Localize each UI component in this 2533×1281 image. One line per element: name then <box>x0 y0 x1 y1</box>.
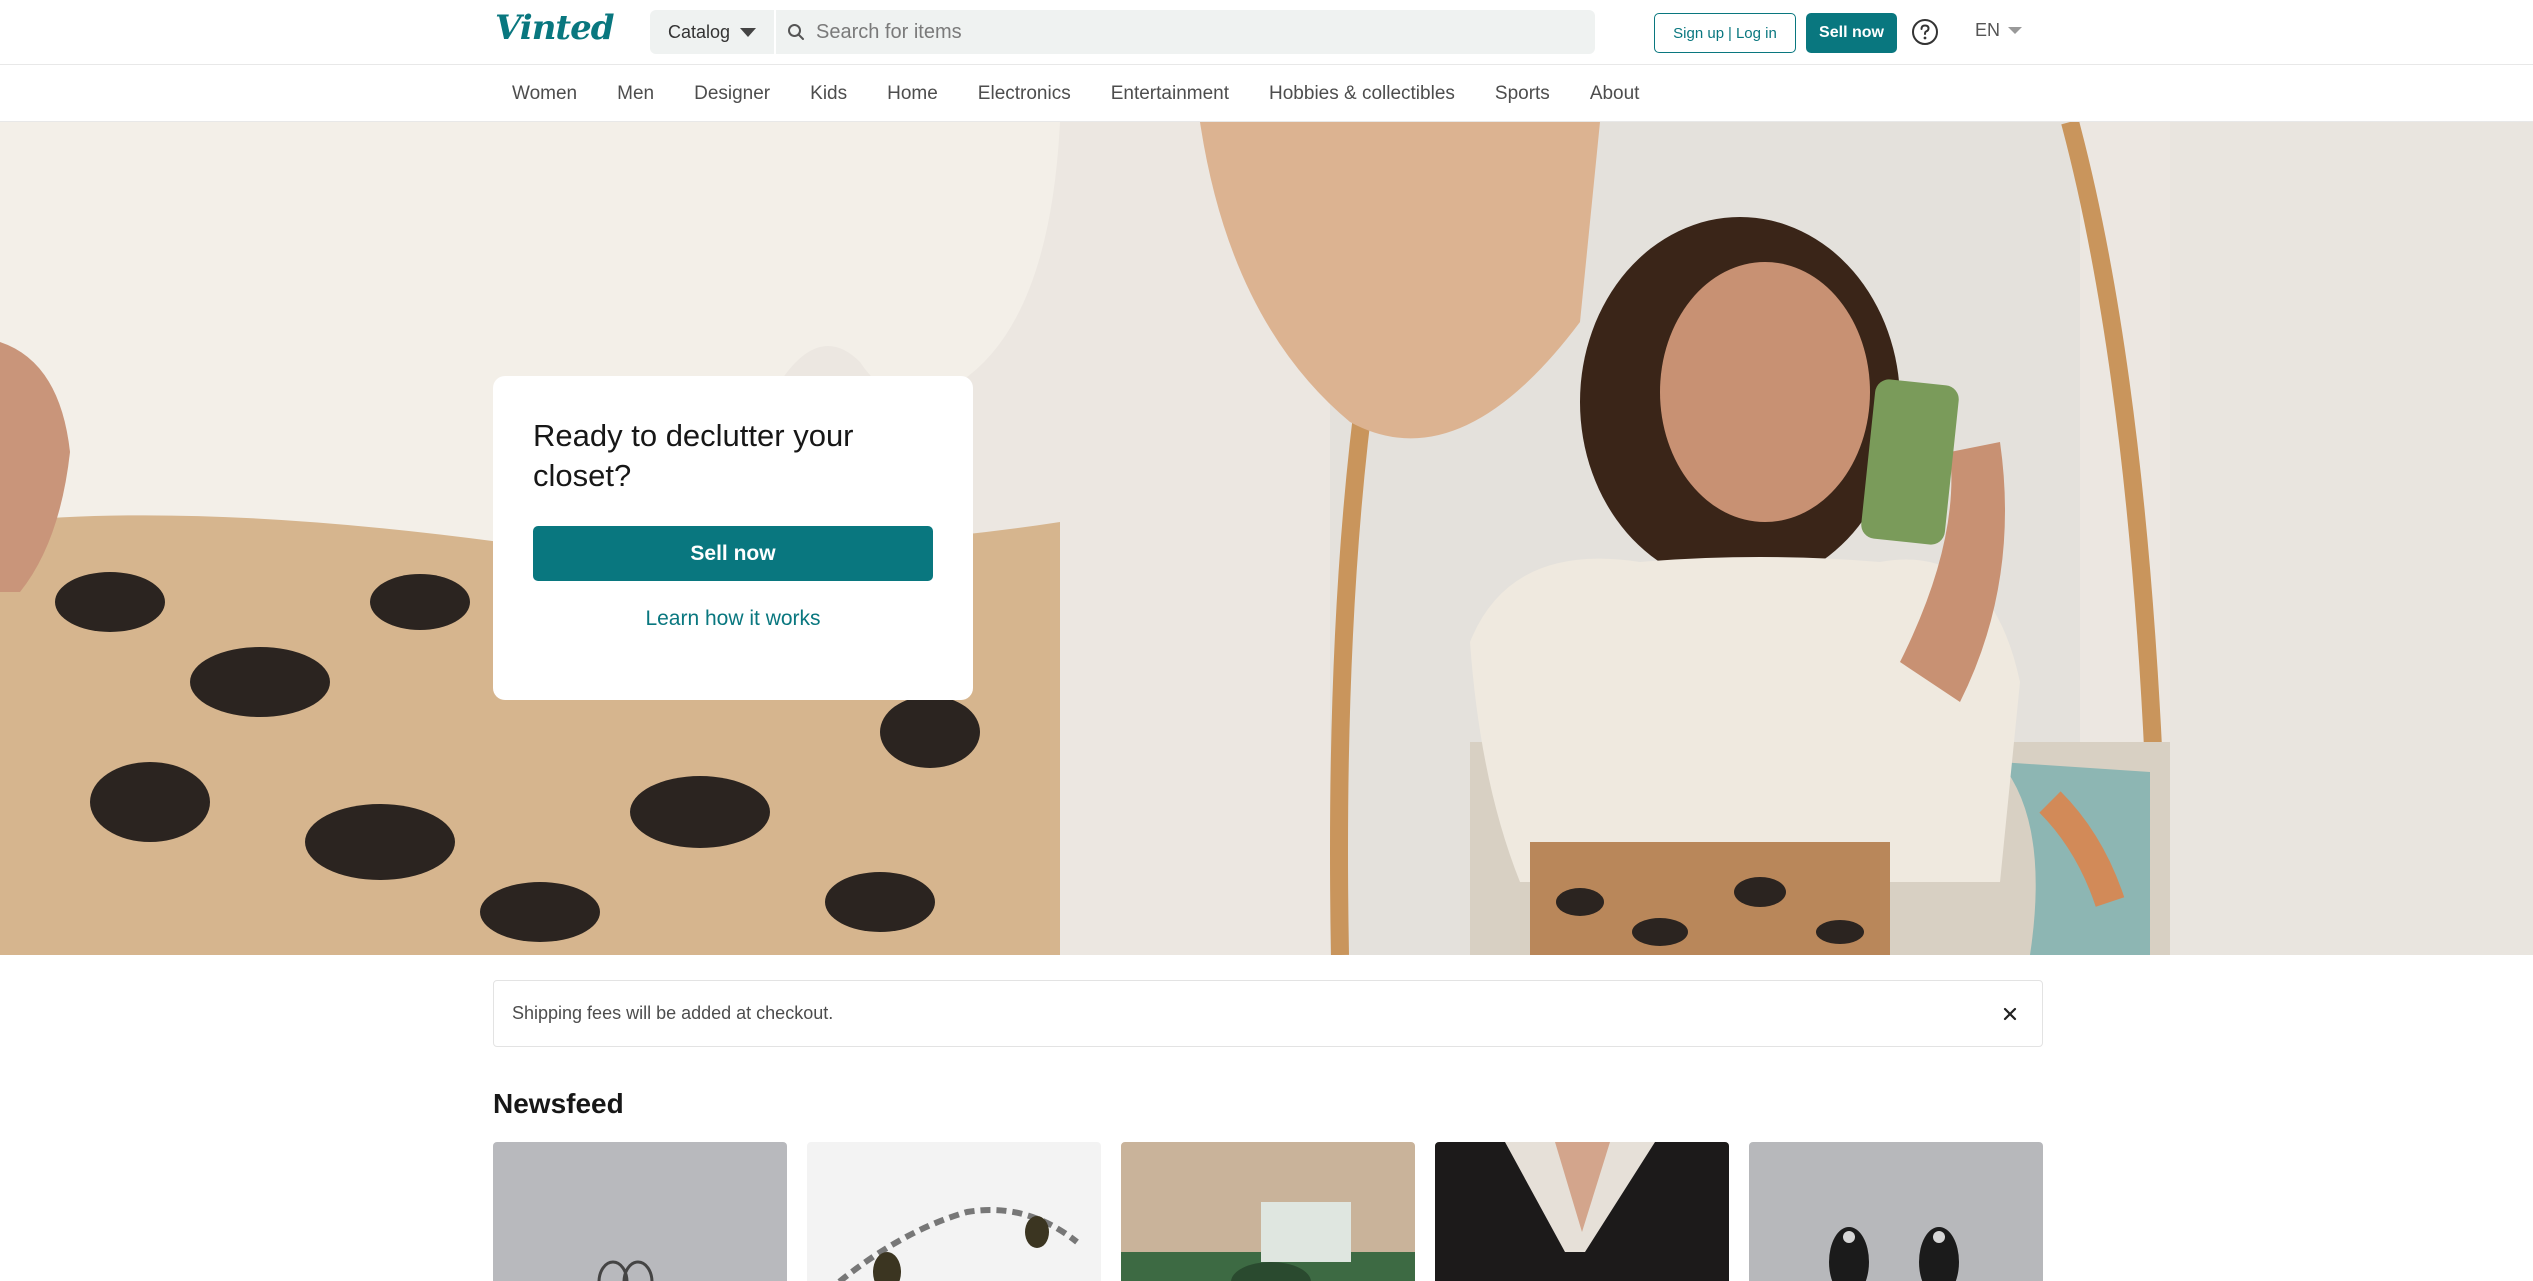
hero-title: Ready to declutter your closet? <box>533 418 854 493</box>
hero-image <box>0 122 2533 955</box>
vinted-logo[interactable]: Vinted <box>495 8 615 48</box>
signup-label: Sign up <box>1673 24 1725 42</box>
search-input[interactable] <box>816 10 1595 54</box>
close-icon[interactable] <box>2000 1004 2020 1024</box>
hero-banner: Ready to declutter your closet? Sell now… <box>0 122 2533 955</box>
item-card[interactable] <box>1121 1142 1415 1281</box>
shipping-notice-text: Shipping fees will be added at checkout. <box>512 1003 834 1023</box>
catalog-dropdown[interactable]: Catalog <box>650 10 776 54</box>
catalog-label: Catalog <box>667 21 731 42</box>
shipping-notice: Shipping fees will be added at checkout. <box>493 980 2043 1047</box>
nav-item-kids[interactable]: Kids <box>790 83 867 105</box>
nav-item-women[interactable]: Women <box>492 83 597 105</box>
chevron-down-icon <box>2008 27 2023 34</box>
chevron-down-icon <box>740 27 757 37</box>
nav-item-sports[interactable]: Sports <box>1475 83 1570 105</box>
hero-sell-now-button[interactable]: Sell now <box>533 526 933 581</box>
nav-item-electronics[interactable]: Electronics <box>958 83 1091 105</box>
category-nav: Women Men Designer Kids Home Electronics… <box>0 66 2533 122</box>
newsfeed-grid <box>493 1142 2045 1281</box>
nav-item-men[interactable]: Men <box>597 83 674 105</box>
separator: | <box>1728 24 1732 42</box>
item-card[interactable] <box>807 1142 1101 1281</box>
item-photo <box>1435 1142 1729 1281</box>
language-label: EN <box>1975 20 2001 40</box>
item-photo <box>493 1142 787 1281</box>
learn-how-it-works-link[interactable]: Learn how it works <box>533 607 933 631</box>
nav-item-entertainment[interactable]: Entertainment <box>1091 83 1249 105</box>
signup-login-button[interactable]: Sign up | Log in <box>1654 13 1796 53</box>
nav-item-home[interactable]: Home <box>867 83 958 105</box>
newsfeed-title: Newsfeed <box>493 1088 624 1119</box>
language-selector[interactable]: EN <box>1975 20 2023 41</box>
item-card[interactable] <box>1749 1142 2043 1281</box>
login-label: Log in <box>1735 24 1777 42</box>
item-card[interactable] <box>1435 1142 1729 1281</box>
hero-card: Ready to declutter your closet? Sell now… <box>493 376 973 700</box>
nav-item-about[interactable]: About <box>1570 83 1660 105</box>
item-photo <box>1121 1142 1415 1281</box>
top-header: Vinted Catalog Sign up | Log in Sell now… <box>0 0 2533 65</box>
item-card[interactable] <box>493 1142 787 1281</box>
nav-item-designer[interactable]: Designer <box>674 83 790 105</box>
nav-item-hobbies[interactable]: Hobbies & collectibles <box>1249 83 1475 105</box>
help-icon[interactable] <box>1911 18 1939 46</box>
item-photo <box>1749 1142 2043 1281</box>
sell-now-button[interactable]: Sell now <box>1806 13 1897 53</box>
search-icon <box>776 10 816 54</box>
search-bar: Catalog <box>650 10 1595 54</box>
item-photo <box>807 1142 1101 1281</box>
